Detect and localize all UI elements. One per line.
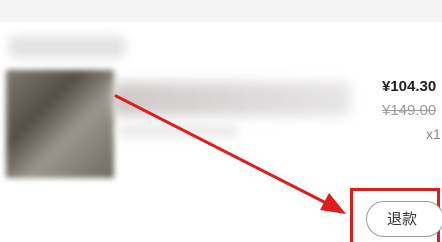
product-price: ¥104.30 [382,78,437,95]
product-thumbnail[interactable] [6,70,114,178]
refund-button[interactable]: 退款 [366,201,442,237]
blurred-store-name [8,36,126,58]
blurred-product-spec [118,124,238,138]
product-original-price: ¥149.00 [382,102,437,119]
blurred-product-title [112,82,350,116]
product-quantity: x1 [426,126,441,142]
top-divider-band [0,0,442,22]
